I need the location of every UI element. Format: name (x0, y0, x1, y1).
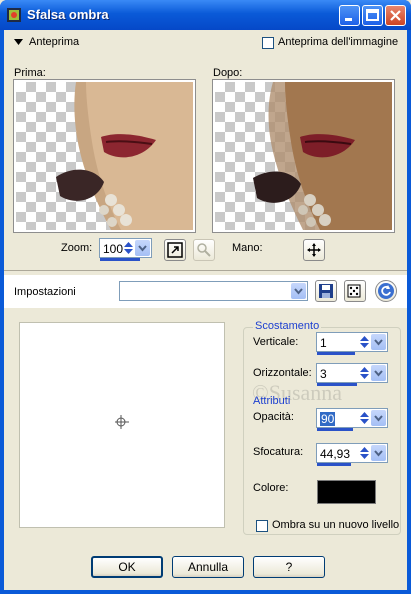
opacity-dropdown-button[interactable] (371, 410, 386, 426)
blur-slider[interactable] (317, 463, 351, 466)
zoom-preview-button[interactable] (193, 239, 215, 261)
maximize-icon (366, 9, 379, 21)
blur-label: Sfocatura: (253, 446, 304, 458)
reset-icon (378, 283, 394, 299)
after-label: Dopo: (213, 67, 243, 79)
chevron-down-icon (138, 245, 147, 252)
horizontal-spinner-icon[interactable] (359, 365, 370, 381)
color-label: Colore: (253, 482, 289, 494)
chevron-down-icon (374, 415, 383, 422)
opacity-spinner-icon[interactable] (359, 410, 370, 426)
dialog-window: Sfalsa ombra Anteprima Anteprima dell'im… (0, 0, 411, 594)
vertical-label: Verticale: (253, 336, 299, 348)
dialog-body: Anteprima Anteprima dell'immagine Prima:… (4, 30, 407, 590)
title-bar[interactable]: Sfalsa ombra (0, 0, 411, 30)
zoom-fit-button[interactable] (164, 239, 186, 261)
reset-button[interactable] (375, 280, 397, 302)
ok-button[interactable]: OK (91, 556, 163, 578)
after-preview-image (253, 82, 392, 230)
before-preview[interactable] (13, 79, 196, 233)
opacity-field[interactable]: 90 (316, 408, 388, 431)
attributes-title: Attributi (253, 395, 291, 407)
color-swatch[interactable] (317, 480, 376, 504)
app-icon (7, 8, 21, 22)
close-button[interactable] (385, 5, 406, 26)
zoom-field[interactable]: 100 (99, 238, 152, 261)
zoom-spinner-icon[interactable] (123, 240, 134, 256)
zoom-fit-icon (167, 242, 183, 258)
chevron-down-icon (294, 288, 303, 295)
move-cross-icon (307, 243, 321, 257)
horizontal-value[interactable]: 3 (320, 367, 327, 381)
preset-dropdown-button[interactable] (291, 283, 306, 299)
settings-label: Impostazioni (14, 286, 76, 298)
save-icon (319, 284, 333, 298)
vertical-field[interactable]: 1 (316, 332, 388, 355)
offset-title: Scostamento (253, 320, 322, 332)
opacity-value[interactable]: 90 (320, 412, 336, 426)
chevron-down-icon (374, 339, 383, 346)
close-icon (390, 10, 401, 21)
image-preview-label: Anteprima dell'immagine (278, 36, 399, 48)
collapse-arrow-icon[interactable] (14, 38, 23, 47)
dice-icon (347, 284, 361, 298)
random-button[interactable] (344, 280, 366, 302)
blur-dropdown-button[interactable] (371, 445, 386, 461)
vertical-slider[interactable] (317, 352, 355, 355)
opacity-slider[interactable] (317, 428, 353, 431)
minimize-icon (345, 18, 352, 21)
vertical-dropdown-button[interactable] (371, 334, 386, 350)
blur-spinner-icon[interactable] (359, 445, 370, 461)
help-button[interactable]: ? (253, 556, 325, 578)
window-title: Sfalsa ombra (27, 7, 109, 22)
vertical-spinner-icon[interactable] (359, 334, 370, 350)
save-preset-button[interactable] (315, 280, 337, 302)
chevron-down-icon (374, 370, 383, 377)
zoom-value[interactable]: 100 (103, 242, 123, 256)
offset-canvas[interactable] (19, 322, 225, 528)
before-label: Prima: (14, 67, 46, 79)
horizontal-dropdown-button[interactable] (371, 365, 386, 381)
minimize-button[interactable] (339, 5, 360, 26)
pan-button[interactable] (303, 239, 325, 261)
crosshair-icon[interactable] (114, 413, 132, 431)
preview-section-label[interactable]: Anteprima (29, 36, 79, 48)
before-preview-image (56, 82, 193, 230)
magnifier-icon (197, 243, 211, 257)
cancel-button[interactable]: Annulla (172, 556, 244, 578)
horizontal-label: Orizzontale: (253, 367, 312, 379)
color-swatch-fill (318, 481, 375, 503)
new-layer-checkbox[interactable] (256, 520, 268, 532)
chevron-down-icon (374, 450, 383, 457)
maximize-button[interactable] (362, 5, 383, 26)
zoom-dropdown-button[interactable] (135, 240, 150, 256)
pan-label: Mano: (232, 242, 263, 254)
zoom-slider[interactable] (100, 258, 140, 261)
vertical-value[interactable]: 1 (320, 336, 327, 350)
image-preview-checkbox[interactable] (262, 37, 274, 49)
after-preview[interactable] (212, 79, 395, 233)
zoom-label: Zoom: (61, 242, 93, 254)
opacity-label: Opacità: (253, 411, 294, 423)
blur-field[interactable]: 44,93 (316, 443, 388, 466)
separator (4, 270, 407, 271)
new-layer-label: Ombra su un nuovo livello (272, 519, 400, 531)
blur-value[interactable]: 44,93 (320, 447, 350, 461)
preset-dropdown[interactable] (119, 281, 308, 301)
